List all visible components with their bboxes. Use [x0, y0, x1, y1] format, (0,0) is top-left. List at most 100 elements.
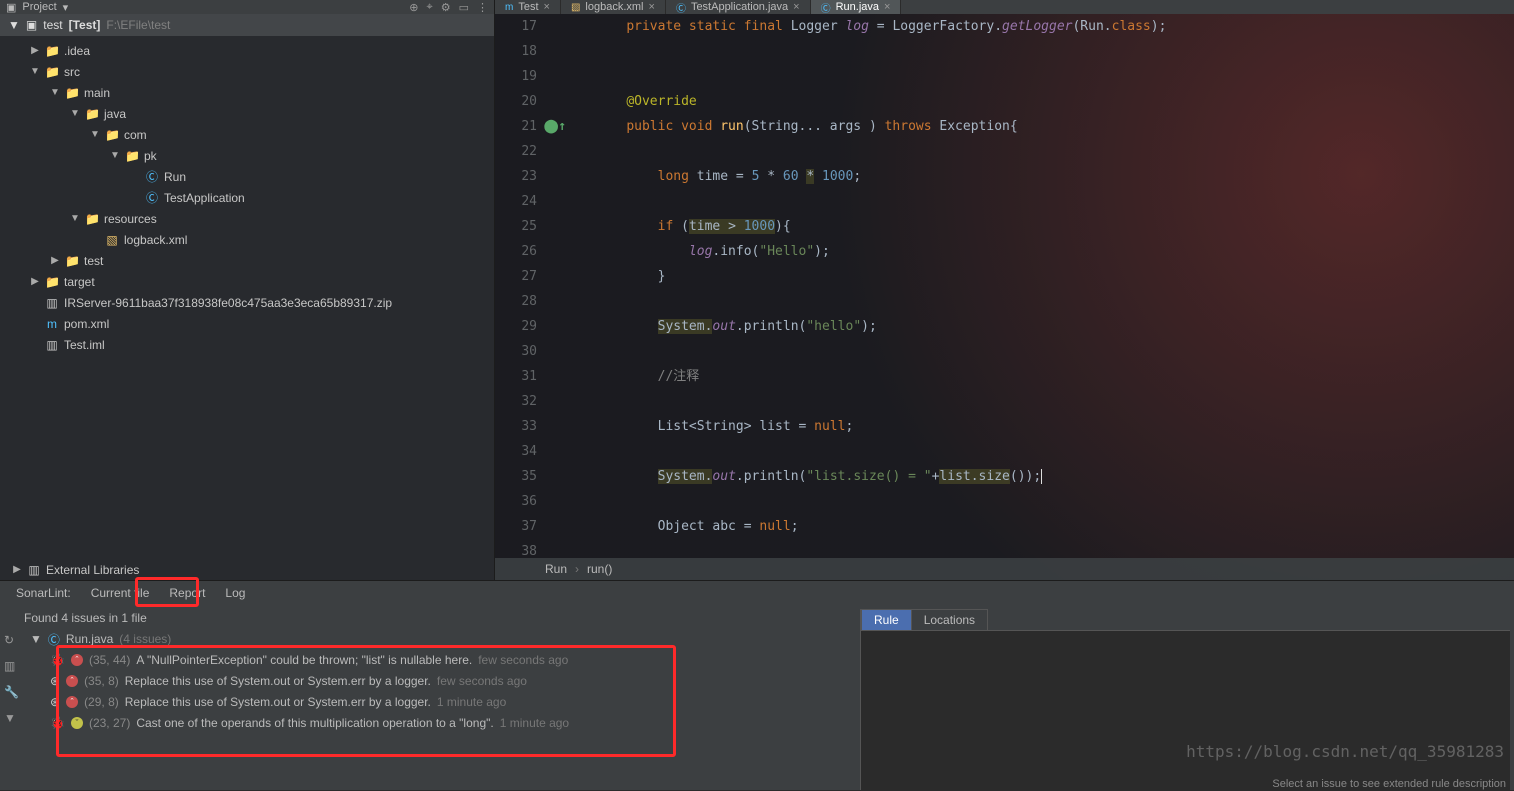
- file-zip[interactable]: ▥IRServer-9611baa37f318938fe08c475aa3e3e…: [0, 292, 494, 313]
- file-logback[interactable]: ▧logback.xml: [0, 229, 494, 250]
- code-line[interactable]: }: [595, 264, 1166, 289]
- code-line[interactable]: [595, 389, 1166, 414]
- code-content[interactable]: private static final Logger log = Logger…: [565, 14, 1166, 558]
- code-line[interactable]: [595, 339, 1166, 364]
- code-line[interactable]: public void run(String... args ) throws …: [595, 114, 1166, 139]
- folder-src[interactable]: ▼📁src: [0, 61, 494, 82]
- folder-target[interactable]: ▶📁target: [0, 271, 494, 292]
- line-number-gutter: 1718192021222324252627282930313233343536…: [495, 14, 545, 558]
- code-line[interactable]: [595, 439, 1166, 464]
- code-line[interactable]: [595, 139, 1166, 164]
- more-icon[interactable]: ⋮: [477, 1, 488, 14]
- tab-icon: Ⓒ: [821, 0, 831, 15]
- file-iml[interactable]: ▥Test.iml: [0, 334, 494, 355]
- code-line[interactable]: //注释: [595, 364, 1166, 389]
- watermark: https://blog.csdn.net/qq_35981283: [1186, 742, 1504, 761]
- line-number: 27: [495, 264, 537, 289]
- line-number: 29: [495, 314, 537, 339]
- editor-tab-1[interactable]: ▧logback.xml×: [561, 0, 666, 14]
- editor-tab-2[interactable]: ⒸTestApplication.java×: [666, 0, 811, 14]
- locate-icon[interactable]: ⌖: [427, 1, 433, 14]
- tree-arrow-icon: ▼: [50, 87, 60, 98]
- tree-node-icon: ▥: [45, 338, 59, 352]
- sonarlint-summary: Found 4 issues in 1 file: [6, 609, 854, 629]
- project-title: Project: [22, 1, 56, 13]
- code-line[interactable]: [595, 39, 1166, 64]
- override-gutter-icon[interactable]: ⬤↑: [544, 114, 566, 139]
- dropdown-icon[interactable]: ▾: [63, 1, 69, 14]
- line-number: 28: [495, 289, 537, 314]
- issue-file-row[interactable]: ▼ Ⓒ Run.java (4 issues): [30, 629, 854, 649]
- folder-com[interactable]: ▼📁com: [0, 124, 494, 145]
- tree-node-label: target: [64, 275, 95, 289]
- code-line[interactable]: [595, 64, 1166, 89]
- code-line[interactable]: private static final Logger log = Logger…: [595, 14, 1166, 39]
- external-libraries[interactable]: ▶ ▥ External Libraries: [0, 559, 494, 580]
- tree-node-icon: Ⓒ: [145, 189, 159, 206]
- code-line[interactable]: [595, 289, 1166, 314]
- issue-row-1[interactable]: ⊛ˆ(35, 8)Replace this use of System.out …: [30, 670, 854, 691]
- editor-crumbbar[interactable]: Run › run(): [495, 558, 1514, 580]
- editor-tab-3[interactable]: ⒸRun.java×: [811, 0, 902, 14]
- tree-node-label: pom.xml: [64, 317, 109, 331]
- expand-icon[interactable]: ▥: [4, 659, 19, 673]
- issue-message: A "NullPointerException" could be thrown…: [136, 653, 472, 667]
- sonarlint-tab-report[interactable]: Report: [159, 583, 215, 603]
- issue-message: Replace this use of System.out or System…: [125, 695, 431, 709]
- folder-idea[interactable]: ▶📁.idea: [0, 40, 494, 61]
- close-icon[interactable]: ×: [884, 1, 890, 13]
- code-line[interactable]: System.out.println("hello");: [595, 314, 1166, 339]
- folder-java[interactable]: ▼📁java: [0, 103, 494, 124]
- folder-main[interactable]: ▼📁main: [0, 82, 494, 103]
- project-breadcrumb[interactable]: ▼ ▣ test [Test] F:\EFile\test: [0, 14, 494, 36]
- close-icon[interactable]: ×: [793, 1, 799, 13]
- line-number: 32: [495, 389, 537, 414]
- close-icon[interactable]: ×: [649, 1, 655, 13]
- sonarlint-tab-currentfile[interactable]: Current file: [81, 583, 160, 603]
- wrench-icon[interactable]: 🔧: [4, 685, 19, 699]
- crumb-method[interactable]: run(): [587, 562, 612, 576]
- folder-resources[interactable]: ▼📁resources: [0, 208, 494, 229]
- code-line[interactable]: List<String> list = null;: [595, 414, 1166, 439]
- file-pom[interactable]: mpom.xml: [0, 313, 494, 334]
- editor-tabbar[interactable]: mTest×▧logback.xml×ⒸTestApplication.java…: [495, 0, 1514, 14]
- code-line[interactable]: @Override: [595, 89, 1166, 114]
- sonarlint-toolbar: ↻ ▥ 🔧 ▼: [4, 633, 19, 725]
- refresh-icon[interactable]: ↻: [4, 633, 19, 647]
- line-number: 38: [495, 539, 537, 558]
- code-line[interactable]: Object abc = null;: [595, 514, 1166, 539]
- folder-test[interactable]: ▶📁test: [0, 250, 494, 271]
- code-line[interactable]: log.info("Hello");: [595, 239, 1166, 264]
- class-testapplication[interactable]: ⒸTestApplication: [0, 187, 494, 208]
- settings-icon[interactable]: ⚙: [441, 1, 451, 14]
- sonarlint-tab-log[interactable]: Log: [215, 583, 255, 603]
- tree-node-label: test: [84, 254, 103, 268]
- tab-icon: m: [505, 2, 513, 13]
- class-run[interactable]: ⒸRun: [0, 166, 494, 187]
- hide-icon[interactable]: ▭: [459, 1, 469, 14]
- filter-icon[interactable]: ▼: [4, 711, 19, 725]
- crumb-class[interactable]: Run: [545, 562, 567, 576]
- code-line[interactable]: [595, 489, 1166, 514]
- external-libraries-label: External Libraries: [46, 563, 139, 577]
- code-line[interactable]: System.out.println("list.size() = "+list…: [595, 464, 1166, 489]
- editor-panel: mTest×▧logback.xml×ⒸTestApplication.java…: [495, 0, 1514, 580]
- breadcrumb-project: test: [43, 18, 62, 32]
- detail-tab-locations[interactable]: Locations: [911, 609, 988, 630]
- issue-row-2[interactable]: ⊛ˆ(29, 8)Replace this use of System.out …: [30, 691, 854, 712]
- close-icon[interactable]: ×: [544, 1, 550, 13]
- code-area[interactable]: 1718192021222324252627282930313233343536…: [495, 14, 1514, 558]
- issue-row-0[interactable]: 🐞ˆ(35, 44)A "NullPointerException" could…: [30, 649, 854, 670]
- line-number: 31: [495, 364, 537, 389]
- editor-tab-0[interactable]: mTest×: [495, 0, 561, 14]
- folder-pk[interactable]: ▼📁pk: [0, 145, 494, 166]
- code-line[interactable]: [595, 539, 1166, 558]
- collapse-icon[interactable]: ⊕: [409, 1, 418, 14]
- issue-row-3[interactable]: 🐞ˇ(23, 27)Cast one of the operands of th…: [30, 712, 854, 733]
- code-line[interactable]: if (time > 1000){: [595, 214, 1166, 239]
- code-line[interactable]: long time = 5 * 60 * 1000;: [595, 164, 1166, 189]
- detail-tab-rule[interactable]: Rule: [861, 609, 912, 630]
- sonarlint-tabbar[interactable]: SonarLint: Current file Report Log: [0, 581, 1514, 605]
- project-tree[interactable]: ▶📁.idea▼📁src▼📁main▼📁java▼📁com▼📁pkⒸRunⒸTe…: [0, 36, 494, 559]
- code-line[interactable]: [595, 189, 1166, 214]
